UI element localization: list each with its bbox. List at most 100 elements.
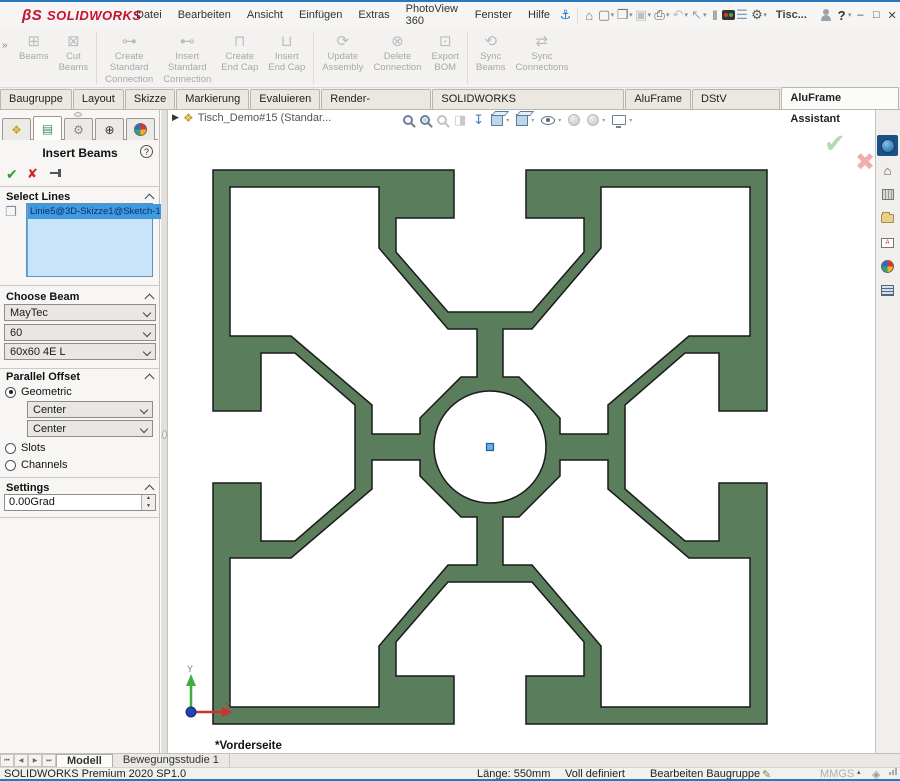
view-orientation-caret[interactable]: ▾: [506, 117, 509, 124]
taskpane-design-library-button[interactable]: [877, 184, 898, 205]
tab-nav-first-button[interactable]: ⏮: [0, 754, 14, 767]
print-icon[interactable]: ⎙: [653, 7, 666, 23]
select-lines-header[interactable]: Select Lines: [6, 191, 70, 203]
menu-hilfe[interactable]: Hilfe: [520, 9, 558, 21]
panel-top-grip[interactable]: [74, 112, 82, 117]
choose-beam-header[interactable]: Choose Beam: [6, 291, 79, 303]
taskpane-file-explorer-button[interactable]: [877, 208, 898, 229]
settings-header[interactable]: Settings: [6, 482, 49, 494]
collapsed-toolbar-chevron[interactable]: »: [2, 40, 8, 51]
spin-down-button[interactable]: ▼: [142, 503, 155, 511]
view-orientation-icon[interactable]: [491, 114, 504, 126]
confirmation-corner-cancel-icon[interactable]: ✖: [855, 148, 875, 177]
ribbon-button-delete-connection[interactable]: ⊗ Delete Connection: [368, 32, 426, 75]
ribbon-button-insert-standard-connection[interactable]: ⊷ Insert Standard Connection: [158, 32, 216, 86]
user-account-icon[interactable]: [820, 9, 832, 21]
search-doc-label[interactable]: Tisc...: [768, 9, 815, 21]
display-style-caret[interactable]: ▾: [531, 117, 534, 124]
tab-layout[interactable]: Layout: [72, 89, 124, 109]
series-dropdown[interactable]: 60: [4, 324, 156, 341]
angle-value[interactable]: 0.00Grad: [5, 495, 141, 510]
menu-bearbeiten[interactable]: Bearbeiten: [170, 9, 239, 21]
tab-bewegungsstudie[interactable]: Bewegungsstudie 1: [113, 754, 230, 767]
select-caret[interactable]: ▾: [703, 11, 707, 19]
radio-channels[interactable]: Channels: [5, 459, 67, 471]
taskpane-home-button[interactable]: ⌂: [877, 160, 898, 181]
maximize-button[interactable]: □: [868, 9, 884, 21]
tab-configuration-manager[interactable]: ⚙: [64, 118, 93, 140]
hide-show-items-icon[interactable]: [541, 115, 556, 125]
ribbon-button-update-assembly[interactable]: ⟳ Update Assembly: [317, 32, 368, 75]
tab-display-manager[interactable]: [126, 118, 155, 140]
menu-ansicht[interactable]: Ansicht: [239, 9, 291, 21]
apply-scene-icon[interactable]: [587, 114, 600, 126]
undo-icon[interactable]: ↶: [672, 7, 685, 23]
help-caret[interactable]: ▾: [848, 11, 852, 19]
taskpane-view-palette-button[interactable]: A: [877, 232, 898, 253]
tab-baugruppe[interactable]: Baugruppe: [0, 89, 72, 109]
keep-visible-pin-icon[interactable]: [50, 168, 64, 178]
vendor-dropdown[interactable]: MayTec: [4, 304, 156, 321]
status-expand-arrow[interactable]: ▴: [857, 768, 861, 776]
panel-splitter-grip[interactable]: [162, 430, 167, 439]
tab-aluframe-assistant[interactable]: AluFrame Assistant: [781, 87, 899, 125]
ribbon-button-insert-end-cap[interactable]: ⊔ Insert End Cap: [263, 32, 310, 75]
tab-evaluieren[interactable]: Evaluieren: [250, 89, 321, 109]
tab-aluframe[interactable]: AluFrame: [625, 89, 692, 109]
tab-modell[interactable]: Modell: [56, 754, 113, 767]
tab-skizze[interactable]: Skizze: [124, 89, 176, 109]
open-document-icon[interactable]: ❒: [616, 7, 629, 23]
taskpane-custom-properties-button[interactable]: [877, 280, 898, 301]
tab-property-manager[interactable]: ▤: [33, 116, 62, 140]
profile-dropdown[interactable]: 60x60 4E L: [4, 343, 156, 360]
radio-slots[interactable]: Slots: [5, 442, 45, 454]
center-sketch-point[interactable]: [485, 442, 495, 452]
pin-toolbar-icon[interactable]: ⚓: [559, 7, 572, 23]
open-document-caret[interactable]: ▾: [629, 11, 633, 19]
display-style-icon[interactable]: [516, 114, 529, 126]
menu-einfuegen[interactable]: Einfügen: [291, 9, 350, 21]
tab-dimxpert[interactable]: ⊕: [95, 118, 124, 140]
tab-dstv-assistant[interactable]: DStV Assistant: [692, 89, 781, 124]
save-caret[interactable]: ▾: [648, 11, 652, 19]
tab-render-werkzeuge[interactable]: Render-Werkzeuge: [321, 89, 432, 124]
zoom-to-fit-icon[interactable]: [403, 115, 413, 125]
ok-check-button[interactable]: ✔: [6, 166, 18, 183]
ribbon-button-beams[interactable]: ⊞ Beams: [14, 32, 54, 63]
normal-to-icon[interactable]: ↧: [473, 112, 484, 128]
hide-show-caret[interactable]: ▾: [558, 117, 561, 124]
menu-fenster[interactable]: Fenster: [467, 9, 520, 21]
ribbon-button-sync-connections[interactable]: ⇄ Sync Connections: [511, 32, 574, 75]
ribbon-button-create-end-cap[interactable]: ⊓ Create End Cap: [216, 32, 263, 75]
cancel-x-button[interactable]: ✘: [27, 166, 38, 182]
ribbon-button-cut-beams[interactable]: ⊠ Cut Beams: [54, 32, 94, 75]
interference-lights-icon[interactable]: [722, 10, 735, 20]
bom-list-icon[interactable]: ☰: [736, 7, 749, 23]
tab-solidworks-zusatzanwendungen[interactable]: SOLIDWORKS Zusatzanwendungen: [432, 89, 625, 124]
selected-lines-listbox[interactable]: Linie5@3D-Skizze1@Sketch-1: [26, 203, 161, 277]
close-button[interactable]: ✕: [884, 9, 900, 22]
radio-geometric[interactable]: Geometric: [5, 386, 72, 398]
help-icon[interactable]: ?: [835, 8, 848, 23]
taskpane-appearances-button[interactable]: [877, 256, 898, 277]
tab-nav-next-button[interactable]: ▶: [28, 754, 42, 767]
options-caret[interactable]: ▾: [763, 11, 767, 19]
home-icon[interactable]: ⌂: [583, 8, 596, 23]
tab-nav-last-button[interactable]: ⏭: [42, 754, 56, 767]
taskpane-resources-button[interactable]: [877, 135, 898, 156]
apply-scene-caret[interactable]: ▾: [602, 117, 605, 124]
panel-help-icon[interactable]: ?: [140, 145, 153, 158]
undo-caret[interactable]: ▾: [684, 11, 688, 19]
previous-view-icon[interactable]: [437, 115, 447, 125]
offset2-dropdown[interactable]: Center: [27, 420, 153, 437]
menu-datei[interactable]: Datei: [128, 9, 170, 21]
menu-photoview360[interactable]: PhotoView 360: [398, 3, 467, 27]
attachment-icon[interactable]: ‖: [708, 8, 721, 23]
parallel-offset-header[interactable]: Parallel Offset: [6, 371, 80, 383]
options-gear-icon[interactable]: ⚙: [750, 7, 763, 23]
spin-up-button[interactable]: ▲: [142, 495, 155, 503]
view-settings-icon[interactable]: [612, 115, 627, 128]
selected-line-item[interactable]: Linie5@3D-Skizze1@Sketch-1: [28, 204, 161, 219]
minimize-button[interactable]: –: [853, 9, 869, 21]
new-document-caret[interactable]: ▾: [611, 11, 615, 19]
